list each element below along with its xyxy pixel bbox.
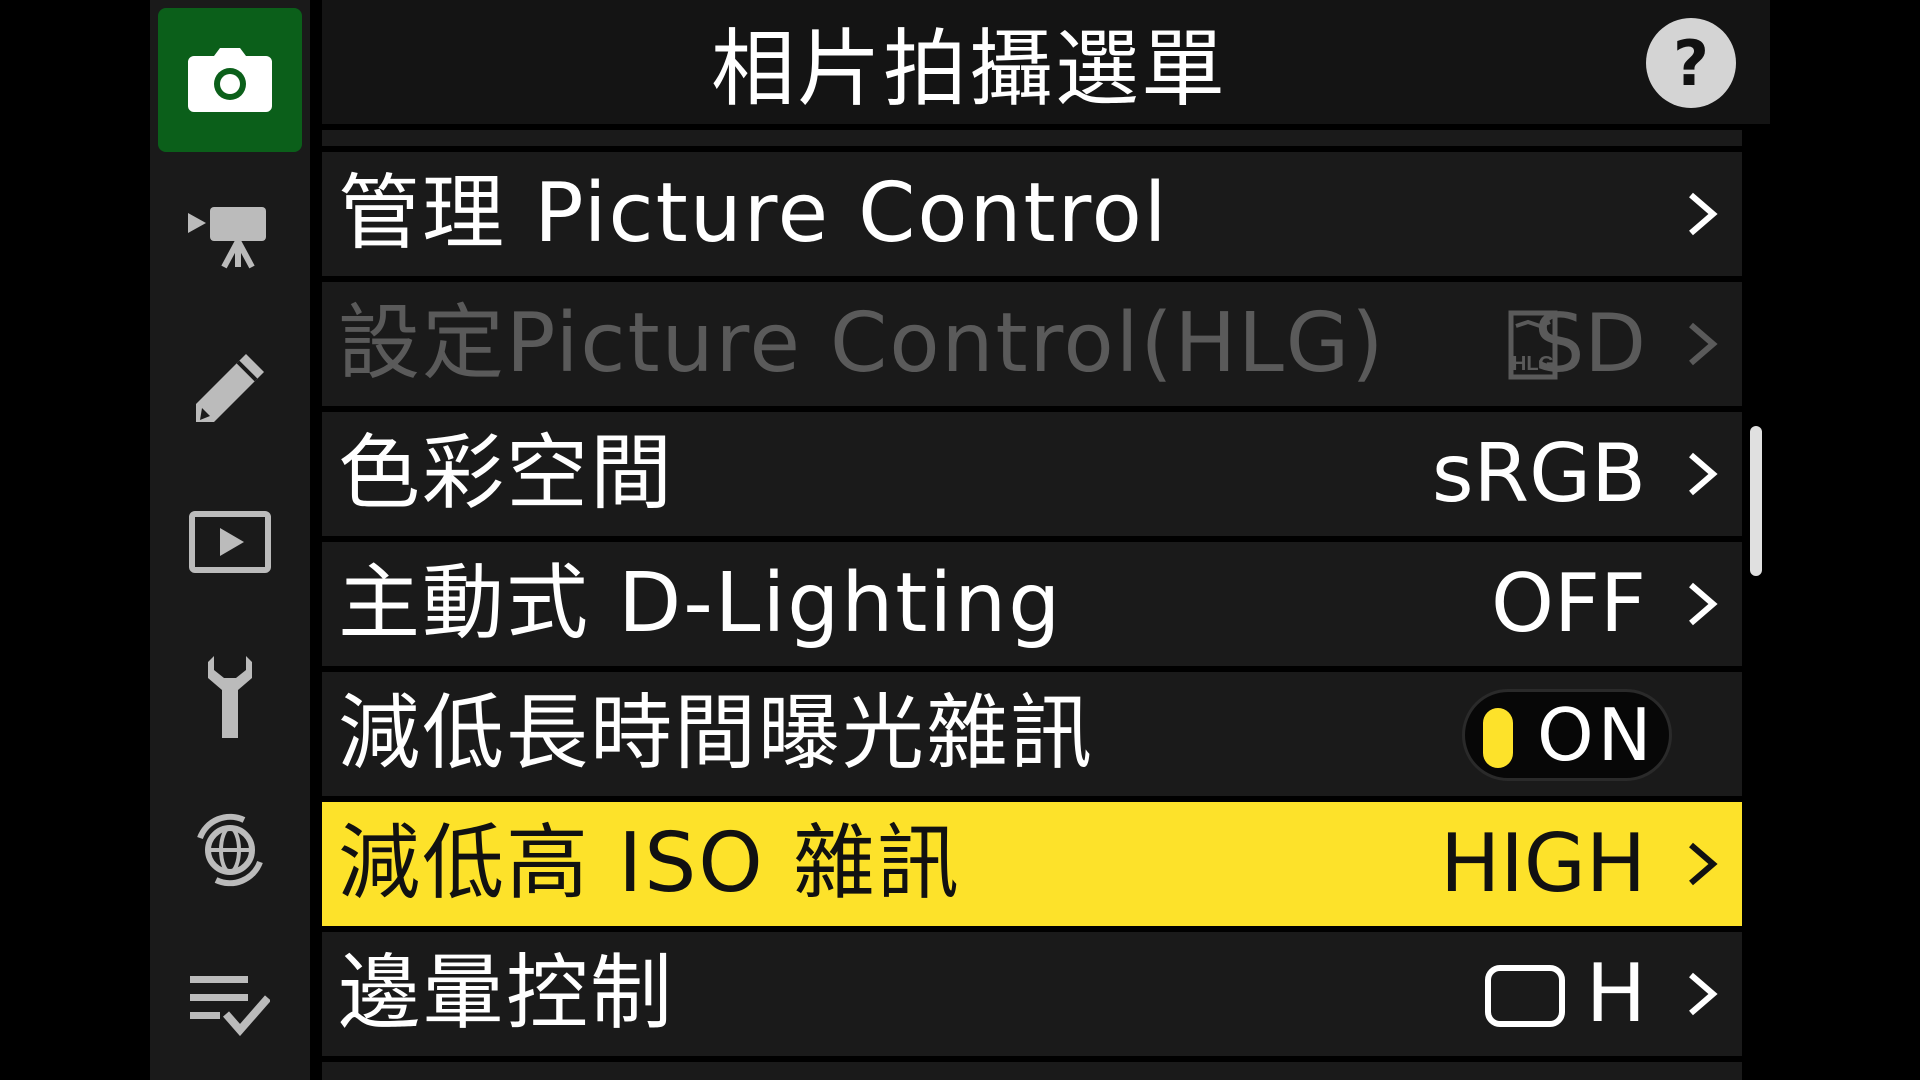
menu-item-manage-picture-control[interactable]: 管理 Picture Control xyxy=(322,152,1742,276)
sidebar xyxy=(150,0,310,1080)
camera-icon xyxy=(188,48,272,112)
menu-item-label: 主動式 D-Lighting xyxy=(338,556,1063,651)
sidebar-item-custom-settings[interactable] xyxy=(158,316,302,460)
menu-item-label: 設定Picture Control(HLG) xyxy=(338,296,1386,391)
long-exposure-nr-toggle[interactable]: ON xyxy=(1462,689,1672,781)
scrollbar[interactable] xyxy=(1748,130,1764,1080)
menu-item-label: 減低高 ISO 雜訊 xyxy=(338,816,961,911)
menu-item-color-space[interactable]: 色彩空間 sRGB xyxy=(322,412,1742,536)
sidebar-item-movie[interactable] xyxy=(158,162,302,306)
menu-item-value: H xyxy=(1585,947,1646,1040)
menu-item-active-d-lighting[interactable]: 主動式 D-Lighting OFF xyxy=(322,542,1742,666)
my-menu-icon xyxy=(190,976,270,1036)
previous-row-edge xyxy=(322,130,1742,146)
toggle-knob xyxy=(1483,708,1513,768)
help-button[interactable]: ? xyxy=(1646,18,1736,108)
menu-item-high-iso-nr[interactable]: 減低高 ISO 雜訊 HIGH xyxy=(322,802,1742,926)
menu-item-label: 色彩空間 xyxy=(338,426,675,521)
chevron-right-icon xyxy=(1672,412,1732,536)
menu-item-label: 減低長時間曝光雜訊 xyxy=(338,686,1095,781)
menu-item-label: 邊暈控制 xyxy=(338,946,675,1041)
menu-list: 管理 Picture Control 設定Picture Control(HLG… xyxy=(322,130,1742,1080)
chevron-right-icon xyxy=(1672,802,1732,926)
wrench-icon xyxy=(208,656,252,738)
vignette-icon xyxy=(1485,965,1565,1027)
sidebar-item-photo-shooting[interactable] xyxy=(158,8,302,152)
chevron-right-icon xyxy=(1672,152,1732,276)
playback-icon xyxy=(189,511,271,573)
movie-camera-icon xyxy=(188,207,266,269)
chevron-right-icon xyxy=(1672,282,1732,406)
page-title: 相片拍攝選單 xyxy=(710,19,1227,118)
scrollbar-thumb[interactable] xyxy=(1750,426,1762,576)
network-icon xyxy=(197,813,263,887)
menu-header: 相片拍攝選單 ? xyxy=(322,0,1770,124)
menu-item-value: SD xyxy=(1533,297,1646,390)
menu-item-vignette-control[interactable]: 邊暈控制 H xyxy=(322,932,1742,1056)
menu-item-value: sRGB xyxy=(1431,427,1646,520)
sidebar-item-my-menu[interactable] xyxy=(158,932,302,1076)
chevron-right-icon xyxy=(1672,542,1732,666)
menu-item-label: 管理 Picture Control xyxy=(338,166,1169,261)
camera-menu-screen: 相片拍攝選單 ? 管理 Picture Control 設定Picture Co… xyxy=(0,0,1920,1080)
next-row-edge xyxy=(322,1062,1742,1080)
toggle-state: ON xyxy=(1537,693,1656,777)
pencil-icon xyxy=(196,354,264,422)
menu-item-value: OFF xyxy=(1491,557,1646,650)
sidebar-item-setup[interactable] xyxy=(158,624,302,768)
chevron-right-icon xyxy=(1672,932,1732,1056)
menu-item-set-picture-control-hlg: 設定Picture Control(HLG) HLG SD xyxy=(322,282,1742,406)
menu-item-value: HIGH xyxy=(1440,817,1646,910)
sidebar-item-playback[interactable] xyxy=(158,470,302,614)
menu-item-long-exposure-nr[interactable]: 減低長時間曝光雜訊 ON xyxy=(322,672,1742,796)
sidebar-item-network[interactable] xyxy=(158,778,302,922)
